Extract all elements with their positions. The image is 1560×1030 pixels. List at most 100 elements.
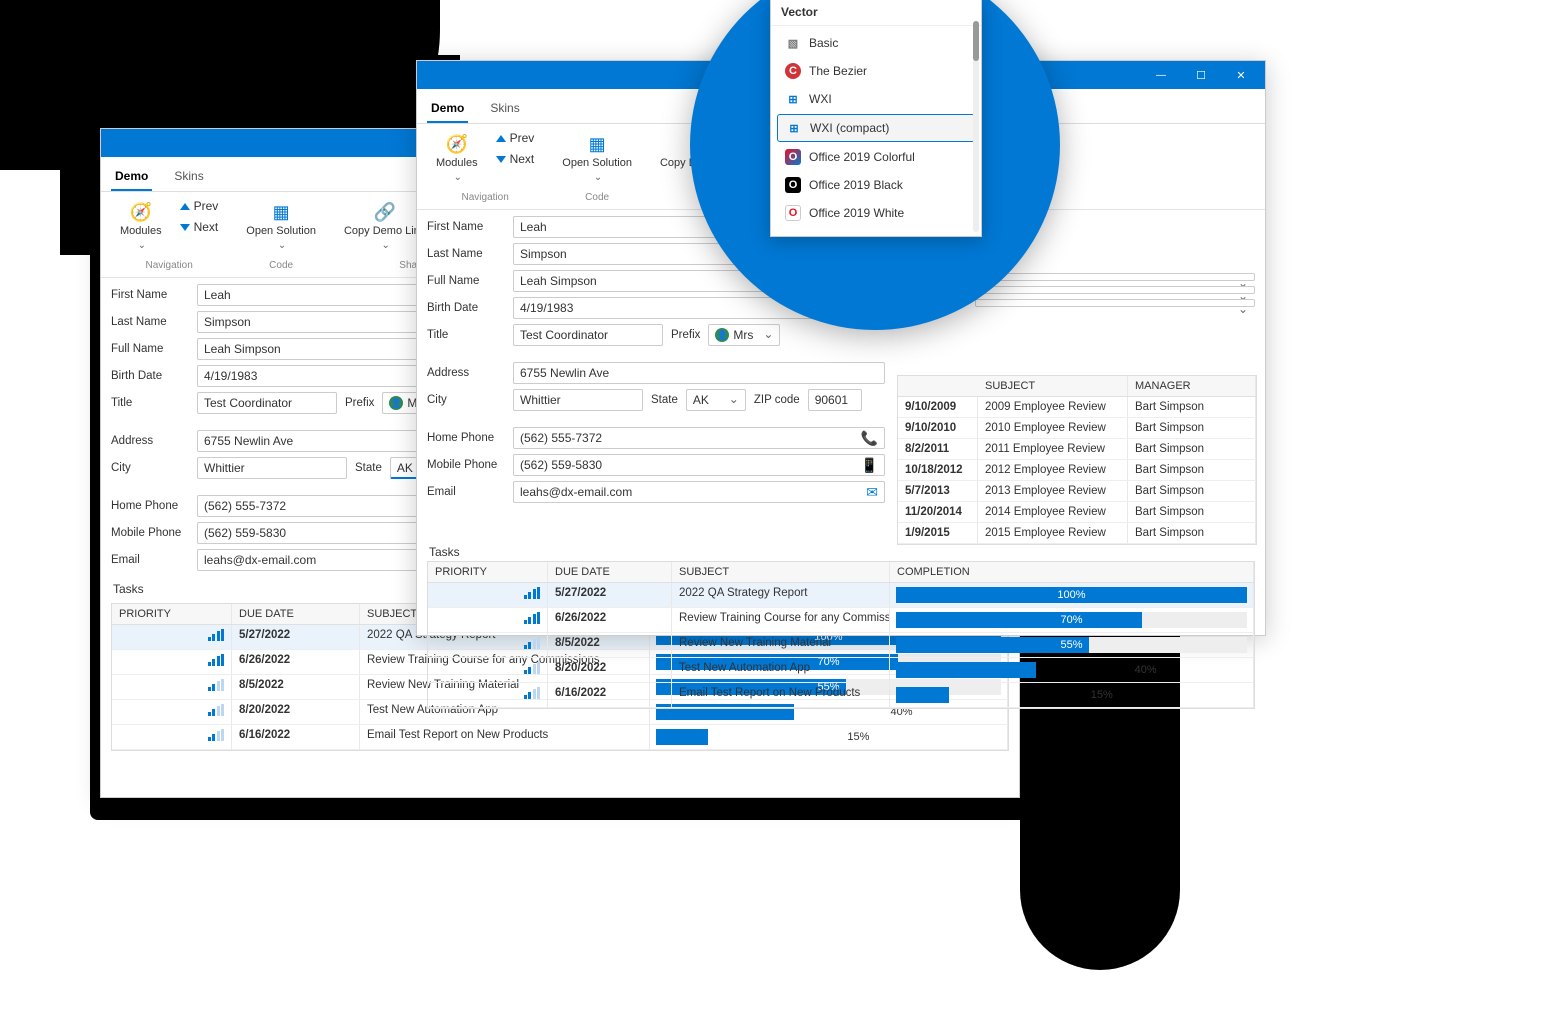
city-input[interactable]: Whittier — [197, 457, 347, 479]
address-label: Address — [111, 435, 189, 447]
tab-demo[interactable]: Demo — [111, 163, 152, 191]
skin-item[interactable]: ⊞WXI — [777, 86, 975, 112]
table-row[interactable]: 5/7/20132013 Employee ReviewBart Simpson — [898, 481, 1256, 502]
prev-button[interactable]: Prev — [173, 196, 226, 216]
table-row[interactable]: 8/20/2022Test New Automation App40% — [428, 658, 1254, 683]
group-nav-label: Navigation — [462, 188, 509, 209]
due-cell: 6/26/2022 — [232, 650, 360, 674]
table-row[interactable]: 9/10/20102010 Employee ReviewBart Simpso… — [898, 418, 1256, 439]
email-label: Email — [111, 554, 189, 566]
prefix-combo[interactable]: 👤Mrs — [708, 324, 780, 346]
date-cell: 9/10/2010 — [898, 418, 978, 438]
skin-item[interactable]: OOffice 2019 Colorful — [777, 144, 975, 170]
mobile-icon[interactable]: 📱 — [861, 457, 878, 474]
title-label: Title — [111, 397, 189, 409]
col-due[interactable]: DUE DATE — [232, 604, 360, 624]
modules-button[interactable]: 🧭Modules — [429, 128, 485, 188]
first-name-label: First Name — [427, 221, 505, 233]
tasks-section-front: Tasks PRIORITY DUE DATE SUBJECT COMPLETI… — [427, 539, 1255, 709]
col-subject-eval[interactable]: SUBJECT — [978, 376, 1128, 396]
table-row[interactable]: 11/20/20142014 Employee ReviewBart Simps… — [898, 502, 1256, 523]
signal-icon — [524, 612, 541, 624]
due-cell: 5/27/2022 — [548, 583, 672, 607]
next-button[interactable]: Next — [489, 149, 542, 169]
due-cell: 6/26/2022 — [548, 608, 672, 632]
col-manager[interactable]: MANAGER — [1128, 376, 1256, 396]
table-row[interactable]: 5/27/20222022 QA Strategy Report100% — [428, 583, 1254, 608]
right-combo-2[interactable] — [975, 286, 1255, 294]
subject-cell: Email Test Report on New Products — [672, 683, 890, 707]
prev-button[interactable]: Prev — [489, 128, 542, 148]
skin-item[interactable]: CThe Bezier — [777, 58, 975, 84]
table-row[interactable]: 9/10/20092009 Employee ReviewBart Simpso… — [898, 397, 1256, 418]
next-button[interactable]: Next — [173, 217, 226, 237]
birth-date-label: Birth Date — [427, 302, 505, 314]
subject-cell: 2011 Employee Review — [978, 439, 1128, 459]
table-row[interactable]: 8/5/2022Review New Training Material55% — [428, 633, 1254, 658]
title-input[interactable]: Test Coordinator — [513, 324, 663, 346]
tab-demo-front[interactable]: Demo — [427, 95, 468, 123]
arrow-up-icon — [180, 203, 190, 210]
caret-icon — [452, 171, 462, 183]
col-priority[interactable]: PRIORITY — [428, 562, 548, 582]
col-due[interactable]: DUE DATE — [548, 562, 672, 582]
signal-icon — [208, 729, 225, 741]
next-label: Next — [194, 220, 219, 234]
zip-label: ZIP code — [754, 394, 800, 406]
manager-cell: Bart Simpson — [1128, 439, 1256, 459]
title-input[interactable]: Test Coordinator — [197, 392, 337, 414]
col-priority[interactable]: PRIORITY — [112, 604, 232, 624]
address-input[interactable]: 6755 Newlin Ave — [513, 362, 885, 384]
table-row[interactable]: 8/2/20112011 Employee ReviewBart Simpson — [898, 439, 1256, 460]
skin-item-label: WXI — [809, 92, 832, 106]
prefix-label: Prefix — [345, 397, 374, 409]
close-button[interactable] — [1221, 63, 1261, 87]
tab-skins[interactable]: Skins — [170, 163, 207, 191]
scrollbar[interactable] — [973, 21, 979, 232]
mobile-phone-input[interactable]: (562) 559-5830📱 — [513, 454, 885, 476]
caret-icon — [136, 239, 146, 251]
open-solution-button[interactable]: ▦Open Solution — [239, 196, 323, 256]
tab-skins-front[interactable]: Skins — [486, 95, 523, 123]
skin-item[interactable]: OOffice 2019 White — [777, 200, 975, 226]
col-subject[interactable]: SUBJECT — [672, 562, 890, 582]
skins-dropdown[interactable]: Vector ▧BasicCThe Bezier⊞WXI⊞WXI (compac… — [770, 0, 982, 237]
prev-label: Prev — [194, 199, 219, 213]
skin-item[interactable]: OOffice 2019 Black — [777, 172, 975, 198]
modules-button[interactable]: 🧭Modules — [113, 196, 169, 256]
due-cell: 8/5/2022 — [232, 675, 360, 699]
phone-icon[interactable]: 📞 — [861, 430, 878, 447]
last-name-label: Last Name — [427, 248, 505, 260]
city-input[interactable]: Whittier — [513, 389, 643, 411]
right-combo-1[interactable] — [975, 273, 1255, 281]
zip-input[interactable]: 90601 — [808, 389, 862, 411]
minimize-button[interactable] — [1141, 63, 1181, 87]
maximize-button[interactable] — [1181, 63, 1221, 87]
skin-item[interactable]: ▧Basic — [777, 30, 975, 56]
home-phone-input[interactable]: (562) 555-7372 📞 — [513, 427, 885, 449]
skin-item[interactable]: ⊞WXI (compact) — [777, 114, 975, 142]
full-name-label: Full Name — [427, 275, 505, 287]
table-row[interactable]: 6/16/2022Email Test Report on New Produc… — [112, 725, 1008, 750]
city-label: City — [111, 462, 189, 474]
mobile-phone-label: Mobile Phone — [427, 459, 505, 471]
table-row[interactable]: 6/26/2022Review Training Course for any … — [428, 608, 1254, 633]
table-row[interactable]: 10/18/20122012 Employee ReviewBart Simps… — [898, 460, 1256, 481]
home-phone-value: (562) 555-7372 — [520, 431, 602, 445]
table-row[interactable]: 6/16/2022Email Test Report on New Produc… — [428, 683, 1254, 708]
email-input[interactable]: leahs@dx-email.com✉ — [513, 481, 885, 503]
last-name-label: Last Name — [111, 316, 189, 328]
mail-icon[interactable]: ✉ — [866, 484, 878, 501]
right-combo-3[interactable] — [975, 299, 1255, 307]
state-combo[interactable]: AK — [686, 389, 746, 411]
skins-dropdown-header: Vector — [771, 0, 981, 26]
open-solution-button[interactable]: ▦Open Solution — [555, 128, 639, 188]
signal-icon — [524, 587, 541, 599]
col-completion[interactable]: COMPLETION — [890, 562, 1254, 582]
scroll-thumb[interactable] — [973, 21, 979, 61]
skin-item-label: The Bezier — [809, 64, 867, 78]
open-solution-label: Open Solution — [246, 225, 316, 237]
due-cell: 8/5/2022 — [548, 633, 672, 657]
signal-icon — [208, 629, 225, 641]
subject-cell: 2009 Employee Review — [978, 397, 1128, 417]
